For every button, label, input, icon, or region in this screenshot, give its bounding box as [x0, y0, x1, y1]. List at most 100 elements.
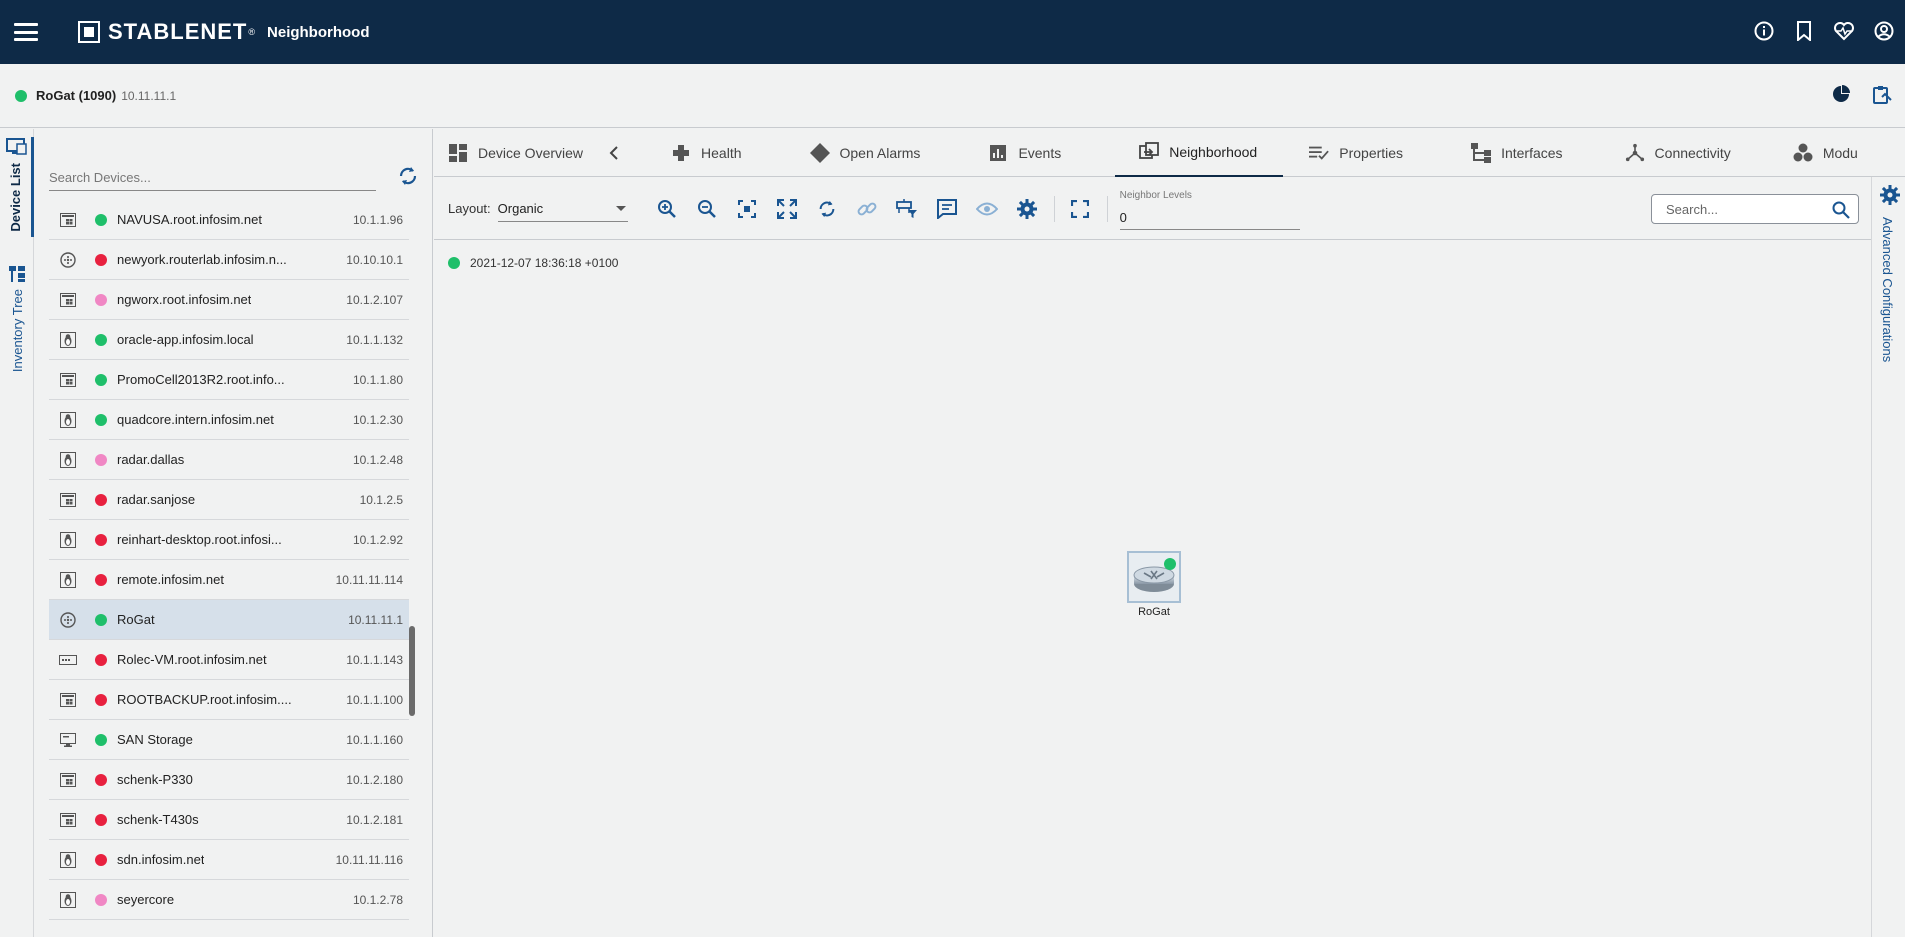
tab-health[interactable]: Health	[657, 129, 755, 177]
device-row-name: SAN Storage	[117, 732, 193, 747]
tab-open-alarms[interactable]: Open Alarms	[796, 129, 935, 177]
tab-properties[interactable]: Properties	[1295, 129, 1417, 177]
comment-icon[interactable]	[932, 194, 962, 224]
device-row[interactable]: quadcore.intern.infosim.net 10.1.2.30	[49, 400, 409, 440]
stablenet-logo-icon	[78, 21, 100, 43]
device-row[interactable]: oracle-app.infosim.local 10.1.1.132	[49, 320, 409, 360]
tab-properties-label: Properties	[1339, 145, 1404, 161]
fit-to-screen-icon[interactable]	[772, 194, 802, 224]
toolbar-divider	[1053, 195, 1055, 222]
settings-gear-icon[interactable]	[1012, 194, 1042, 224]
fit-selection-icon[interactable]	[732, 194, 762, 224]
tab-neighborhood[interactable]: Neighborhood	[1115, 129, 1284, 177]
filter-highlight-icon[interactable]	[892, 194, 922, 224]
device-row[interactable]: schenk-P330 10.1.2.180	[49, 760, 409, 800]
account-icon[interactable]	[1873, 20, 1895, 42]
neighbor-levels-field[interactable]: Neighbor Levels 0	[1119, 188, 1300, 230]
device-status-dot	[95, 213, 107, 226]
layout-select[interactable]: Organic	[497, 196, 628, 222]
advanced-settings-gear-icon[interactable]	[1880, 185, 1900, 205]
zoom-in-icon[interactable]	[652, 194, 682, 224]
tab-device-list-label: Device List	[8, 163, 23, 232]
device-status-dot	[95, 333, 107, 346]
device-row[interactable]: ngworx.root.infosim.net 10.1.2.107	[49, 280, 409, 320]
device-row-ip: 10.1.2.92	[352, 532, 403, 547]
timestamp-text: 2021-12-07 18:36:18 +0100	[470, 256, 619, 270]
device-row[interactable]: schenk-T430s 10.1.2.181	[49, 800, 409, 840]
device-row[interactable]: NAVUSA.root.infosim.net 10.1.1.96	[49, 200, 409, 240]
device-tabs: Device Overview Health Open Alarms Event…	[434, 129, 1905, 177]
tab-events[interactable]: Events	[974, 129, 1075, 177]
visibility-eye-icon[interactable]	[972, 194, 1002, 224]
tab-open-alarms-label: Open Alarms	[839, 145, 921, 161]
device-row-name: ngworx.root.infosim.net	[117, 292, 252, 307]
device-search-input[interactable]	[49, 165, 376, 191]
chevron-left-icon[interactable]	[597, 129, 631, 177]
device-row[interactable]: ROOTBACKUP.root.infosim.... 10.1.1.100	[49, 680, 409, 720]
device-row[interactable]: seyercore 10.1.2.78	[49, 880, 409, 920]
device-row-ip: 10.1.1.160	[346, 732, 403, 747]
device-row[interactable]: reinhart-desktop.root.infosi... 10.1.2.92	[49, 520, 409, 560]
device-status-dot	[95, 373, 107, 386]
tab-device-overview[interactable]: Device Overview	[434, 129, 597, 177]
pie-chart-icon[interactable]	[1831, 84, 1851, 109]
fullscreen-icon[interactable]	[1065, 194, 1095, 224]
device-row[interactable]: sdn.infosim.net 10.11.11.116	[49, 840, 409, 880]
graph-timestamp: 2021-12-07 18:36:18 +0100	[448, 256, 618, 270]
info-icon[interactable]	[1753, 20, 1775, 42]
hamburger-menu-icon[interactable]	[14, 23, 38, 41]
health-heart-icon[interactable]	[1833, 20, 1855, 42]
zoom-out-icon[interactable]	[692, 194, 722, 224]
device-row-name: seyercore	[117, 892, 175, 907]
device-row-name: newyork.routerlab.infosim.n...	[117, 252, 287, 267]
device-row[interactable]: Rolec-VM.root.infosim.net 10.1.1.143	[49, 640, 409, 680]
advanced-configurations-label[interactable]: Advanced Configurations	[1880, 217, 1895, 362]
diamond-icon	[809, 143, 830, 163]
tab-device-list[interactable]: Device List	[0, 137, 34, 237]
layout-label: Layout:	[448, 201, 491, 216]
tab-inventory-tree[interactable]: Inventory Tree	[0, 265, 34, 395]
device-row[interactable]: remote.infosim.net 10.11.11.114	[49, 560, 409, 600]
device-row-ip: 10.1.1.100	[346, 692, 403, 707]
device-row-name: quadcore.intern.infosim.net	[117, 412, 274, 427]
device-row-name: remote.infosim.net	[117, 572, 224, 587]
device-type-linux-icon	[59, 411, 77, 428]
app-title: Neighborhood	[267, 23, 370, 41]
device-row[interactable]: newyork.routerlab.infosim.n... 10.10.10.1	[49, 240, 409, 280]
link-icon[interactable]	[852, 194, 882, 224]
device-status-dot	[95, 893, 107, 906]
device-row[interactable]: PromoCell2013R2.root.info... 10.1.1.80	[49, 360, 409, 400]
graph-search-input[interactable]	[1666, 201, 1836, 217]
bookmark-icon[interactable]	[1793, 20, 1815, 42]
device-type-windows-icon	[59, 212, 77, 228]
device-row-name: schenk-T430s	[117, 812, 199, 827]
modules-icon	[1793, 143, 1813, 163]
tab-events-label: Events	[1018, 145, 1062, 161]
device-row[interactable]: SAN Storage 10.1.1.160	[49, 720, 409, 760]
device-row-ip: 10.11.11.116	[335, 852, 403, 867]
refresh-icon[interactable]	[397, 165, 421, 189]
device-list-icon	[5, 138, 27, 155]
device-row-name: NAVUSA.root.infosim.net	[117, 212, 262, 227]
tab-connectivity[interactable]: Connectivity	[1611, 129, 1745, 177]
inventory-tree-icon	[9, 266, 25, 282]
device-type-monitor-icon	[59, 732, 77, 748]
search-icon[interactable]	[1832, 201, 1850, 222]
tab-interfaces[interactable]: Interfaces	[1457, 129, 1576, 177]
device-list-scrollbar[interactable]	[409, 626, 415, 716]
reload-graph-icon[interactable]	[812, 194, 842, 224]
device-row[interactable]: RoGat 10.11.11.1	[49, 600, 409, 640]
device-type-linux-icon	[59, 531, 77, 548]
clipboard-icon[interactable]	[1871, 84, 1893, 109]
device-type-windows-icon	[59, 812, 77, 828]
device-type-linux-icon	[59, 891, 77, 908]
tab-modules[interactable]: Modu	[1779, 129, 1858, 177]
device-type-linux-icon	[59, 851, 77, 868]
device-row[interactable]: radar.dallas 10.1.2.48	[49, 440, 409, 480]
brand-logo[interactable]: STABLENET ® Neighborhood	[78, 19, 370, 45]
device-status-dot	[95, 733, 107, 746]
device-rows: NAVUSA.root.infosim.net 10.1.1.96 newyork.…	[49, 200, 409, 920]
device-row[interactable]: radar.sanjose 10.1.2.5	[49, 480, 409, 520]
device-row-ip: 10.1.2.180	[346, 772, 403, 787]
graph-node-rogat[interactable]: RoGat	[1127, 551, 1181, 618]
